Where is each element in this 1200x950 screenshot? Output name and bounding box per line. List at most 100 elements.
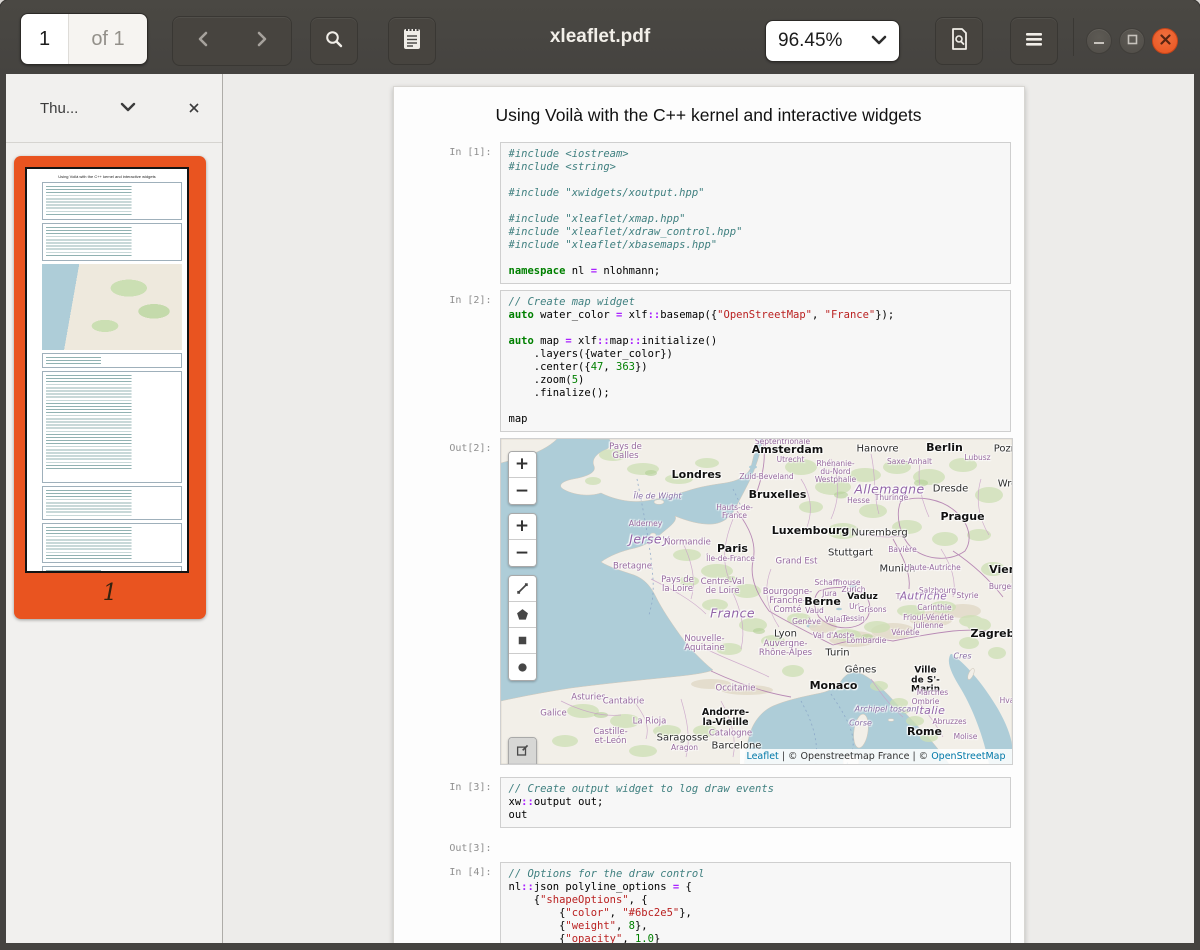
- zoom-out-button[interactable]: −: [509, 478, 536, 504]
- cell-prompt: Out[2]:: [432, 443, 492, 454]
- sidebar-close-button[interactable]: [182, 96, 206, 120]
- minus-icon: −: [515, 483, 529, 500]
- cell-prompt: Out[3]:: [432, 843, 492, 854]
- delete-layers-button[interactable]: [509, 764, 536, 765]
- polygon-icon: [515, 607, 530, 622]
- pdf-page: Using Voilà with the C++ kernel and inte…: [393, 86, 1025, 943]
- attribution-text: | © Openstreetmap France | ©: [779, 751, 931, 762]
- leaflet-map[interactable]: Pays de GallesLondresÎle de WightHauts-d…: [500, 438, 1013, 765]
- minimize-icon: [1093, 32, 1105, 50]
- code-line: {"color", "#6bc2e5"},: [509, 907, 1002, 920]
- code-line: #include "xleaflet/xbasemaps.hpp": [509, 239, 1002, 252]
- notebook-cell: Out[3]:: [500, 838, 1011, 854]
- maximize-button[interactable]: [1119, 28, 1145, 54]
- annotate-button[interactable]: [935, 17, 983, 65]
- content-area: Thu... Using Voilà with the C++ kernel a…: [6, 74, 1194, 943]
- notebook-cells: In [1]: #include <iostream>#include <stri…: [394, 142, 1024, 943]
- sidebar-toggle-button[interactable]: [388, 17, 436, 65]
- code-line: .center({47, 363}): [509, 361, 1002, 374]
- code-line: {"weight", 8},: [509, 920, 1002, 933]
- pdf-viewer-window: 1 of 1 xleaflet.pdf 96.45%: [0, 0, 1200, 950]
- draw-rectangle-button[interactable]: [509, 628, 536, 654]
- cell-prompt: In [4]:: [432, 867, 492, 878]
- code-line: .zoom(5): [509, 374, 1002, 387]
- code-line: #include <string>: [509, 161, 1002, 174]
- code-line: out: [509, 809, 1002, 822]
- code-cell: // Create map widgetauto water_color = x…: [500, 290, 1011, 432]
- titlebar: 1 of 1 xleaflet.pdf 96.45%: [0, 0, 1200, 74]
- empty-output: [500, 838, 1011, 854]
- cell-prompt: In [2]:: [432, 295, 492, 306]
- edit-icon: [515, 743, 530, 758]
- chevron-right-icon: [255, 30, 269, 53]
- window-title: xleaflet.pdf: [440, 0, 760, 74]
- rectangle-icon: [515, 633, 530, 648]
- cell-prompt: In [3]:: [432, 782, 492, 793]
- previous-page-button[interactable]: [173, 17, 232, 65]
- page-navigation: [172, 16, 292, 66]
- zoom-level-value: 96.45%: [778, 30, 842, 52]
- thumbnail-page-number: 1: [25, 573, 195, 613]
- thumbnail-page-1[interactable]: Using Voilà with the C++ kernel and inte…: [14, 156, 206, 619]
- polyline-icon: [515, 581, 530, 596]
- code-line: // Options for the draw control: [509, 868, 1002, 881]
- thumb-block: [42, 371, 182, 483]
- map-attribution: Leaflet | © Openstreetmap France | © Ope…: [740, 749, 1011, 764]
- code-line: #include <iostream>: [509, 148, 1002, 161]
- code-line: auto water_color = xlf::basemap({"OpenSt…: [509, 309, 1002, 322]
- page-total-label: of 1: [68, 14, 147, 64]
- sidebar: Thu... Using Voilà with the C++ kernel a…: [6, 74, 223, 943]
- close-button[interactable]: [1152, 28, 1178, 54]
- hamburger-icon: [1024, 31, 1044, 52]
- thumb-block: [42, 182, 182, 220]
- code-line: [509, 252, 1002, 265]
- code-line: .layers({water_color}): [509, 348, 1002, 361]
- zoom-out-button-2[interactable]: −: [509, 540, 536, 566]
- code-cell: // Create output widget to log draw even…: [500, 777, 1011, 828]
- map-control-group: +−: [508, 451, 537, 505]
- chevron-down-icon[interactable]: [120, 100, 136, 118]
- zoom-level-dropdown[interactable]: 96.45%: [765, 20, 900, 62]
- code-line: // Create output widget to log draw even…: [509, 783, 1002, 796]
- thumb-map-block: [42, 264, 182, 350]
- attribution-link[interactable]: Leaflet: [746, 751, 778, 762]
- zoom-in-button-2[interactable]: +: [509, 514, 536, 540]
- code-line: map: [509, 413, 1002, 426]
- sidebar-mode-label[interactable]: Thu...: [40, 100, 78, 117]
- code-line: [509, 200, 1002, 213]
- map-basemap: [501, 439, 1012, 764]
- draw-polygon-button[interactable]: [509, 602, 536, 628]
- draw-polyline-button[interactable]: [509, 576, 536, 602]
- notepad-icon: [399, 25, 425, 58]
- next-page-button[interactable]: [232, 17, 291, 65]
- attribution-link[interactable]: OpenStreetMap: [931, 751, 1005, 762]
- thumbnail-mini-title: Using Voilà with the C++ kernel and inte…: [32, 174, 182, 179]
- notebook-cell: In [4]:// Options for the draw controlnl…: [500, 862, 1011, 943]
- chevron-down-icon: [871, 30, 887, 52]
- page-number-input[interactable]: 1: [21, 14, 68, 64]
- notebook-title: Using Voilà with the C++ kernel and inte…: [394, 87, 1024, 126]
- search-button[interactable]: [310, 17, 358, 65]
- minimize-button[interactable]: [1086, 28, 1112, 54]
- close-icon: [188, 102, 200, 114]
- titlebar-separator: [1073, 18, 1074, 56]
- map-controls: +−+−: [508, 451, 537, 765]
- zoom-in-button[interactable]: +: [509, 452, 536, 478]
- code-line: xw::output out;: [509, 796, 1002, 809]
- menu-button[interactable]: [1010, 17, 1058, 65]
- thumb-block: [42, 566, 182, 573]
- code-line: auto map = xlf::map::initialize(): [509, 335, 1002, 348]
- code-line: [509, 400, 1002, 413]
- chevron-left-icon: [196, 30, 210, 53]
- search-icon: [322, 27, 346, 56]
- notebook-cell: In [2]:// Create map widgetauto water_co…: [500, 290, 1011, 432]
- page-number-widget: 1 of 1: [20, 13, 148, 65]
- thumb-block: [42, 353, 182, 368]
- cell-prompt: In [1]:: [432, 147, 492, 158]
- draw-circle-button[interactable]: [509, 654, 536, 680]
- code-line: #include "xleaflet/xdraw_control.hpp": [509, 226, 1002, 239]
- edit-layers-button[interactable]: [509, 738, 536, 764]
- code-line: {"shapeOptions", {: [509, 894, 1002, 907]
- code-line: .finalize();: [509, 387, 1002, 400]
- document-viewer[interactable]: Using Voilà with the C++ kernel and inte…: [223, 74, 1194, 943]
